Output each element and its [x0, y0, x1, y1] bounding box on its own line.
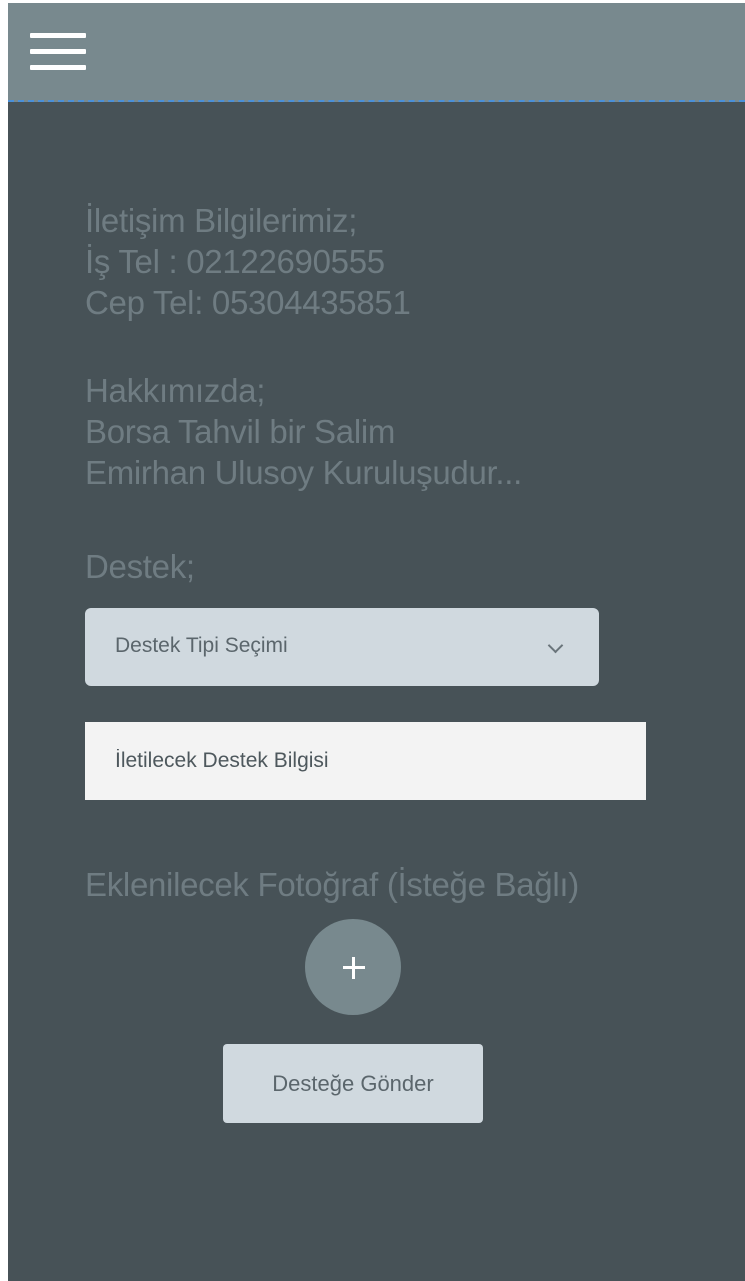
plus-icon [352, 957, 355, 979]
support-heading: Destek; [85, 546, 725, 587]
work-phone: İş Tel : 02122690555 [85, 243, 385, 280]
menu-line [30, 49, 86, 54]
about-line: Emirhan Ulusoy Kuruluşudur... [85, 454, 523, 491]
about-title: Hakkımızda; [85, 372, 266, 409]
add-photo-button[interactable] [305, 919, 401, 1015]
about-line: Borsa Tahvil bir Salim [85, 413, 396, 450]
support-title: Destek; [85, 548, 195, 585]
support-message-input[interactable] [85, 722, 646, 800]
menu-line [30, 65, 86, 70]
top-bar [8, 3, 745, 102]
support-type-select-label: Destek Tipi Seçimi [115, 634, 288, 657]
menu-line [30, 33, 86, 38]
submit-support-button[interactable]: Desteğe Gönder [223, 1044, 483, 1123]
photo-label: Eklenilecek Fotoğraf (İsteğe Bağlı) [85, 866, 579, 903]
contact-title: İletişim Bilgilerimiz; [85, 202, 358, 239]
support-type-select[interactable]: Destek Tipi Seçimi [85, 608, 599, 686]
about-info: Hakkımızda; Borsa Tahvil bir Salim Emirh… [85, 370, 725, 493]
contact-info: İletişim Bilgilerimiz; İş Tel : 02122690… [85, 200, 725, 323]
hamburger-menu-icon[interactable] [30, 29, 86, 73]
mobile-phone: Cep Tel: 05304435851 [85, 284, 411, 321]
chevron-down-icon [547, 637, 564, 654]
